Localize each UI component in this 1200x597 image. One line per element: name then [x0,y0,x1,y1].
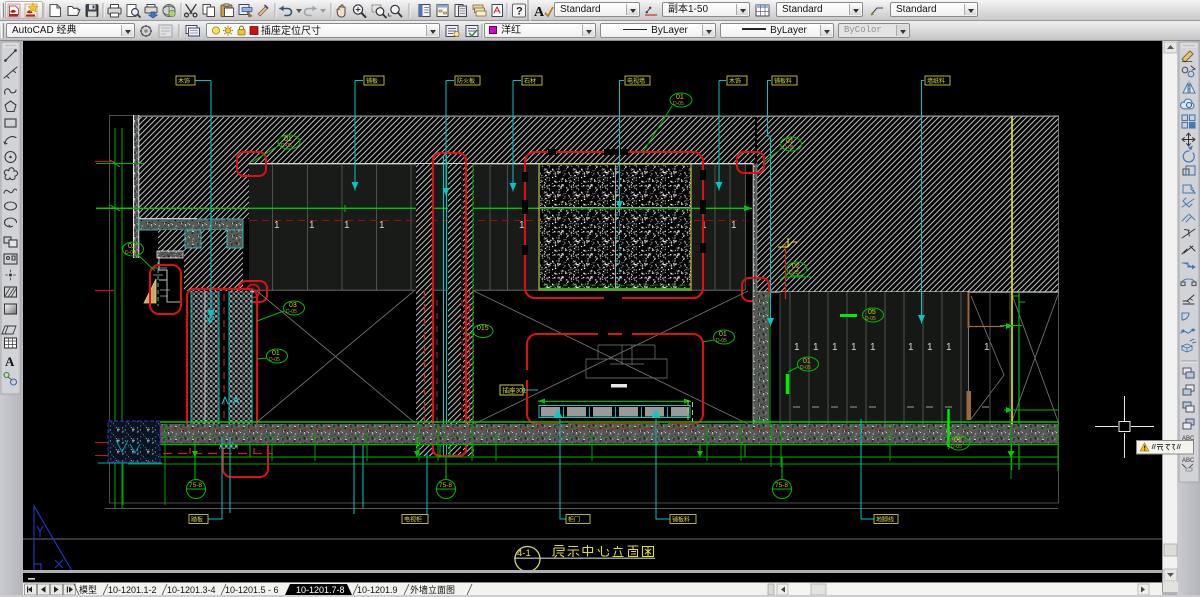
svg-text:D-05: D-05 [269,357,280,363]
svg-text:D-05: D-05 [716,338,727,344]
svg-text:1: 1 [832,342,838,353]
svg-text:石材: 石材 [524,77,536,85]
svg-text:1: 1 [851,342,857,353]
svg-text:10-1201.5 - 6: 10-1201.5 - 6 [225,585,279,595]
svg-text:4-1: 4-1 [517,548,531,559]
svg-text:75-8: 75-8 [189,482,202,489]
svg-text:1: 1 [731,220,737,231]
svg-text:75-8: 75-8 [439,482,452,489]
svg-text:铺板料: 铺板料 [672,516,690,524]
svg-text:1: 1 [794,342,800,353]
svg-text:木饰: 木饰 [178,77,190,85]
svg-text:01: 01 [954,437,962,444]
svg-text:D-05: D-05 [800,365,811,371]
svg-text:1: 1 [274,220,280,231]
svg-text:柜门: 柜门 [568,516,580,524]
svg-text:01: 01 [676,94,684,101]
svg-text:D-05: D-05 [286,309,297,315]
svg-text:模型: 模型 [79,585,97,595]
svg-text:墙纸料: 墙纸料 [927,77,945,85]
svg-text:D-05: D-05 [951,444,962,450]
svg-text:01: 01 [284,136,292,143]
svg-text:10-1201.7-8: 10-1201.7-8 [296,585,345,595]
svg-text:10-1201.1-2: 10-1201.1-2 [108,585,157,595]
svg-text:10-1201.9: 10-1201.9 [357,585,398,595]
svg-text:1: 1 [344,220,350,231]
svg-text:1: 1 [946,342,952,353]
svg-text:铺板料: 铺板料 [774,77,792,85]
svg-text:地脚线: 地脚线 [876,516,894,524]
svg-text:D-05: D-05 [783,145,794,151]
svg-text:01: 01 [803,358,811,365]
svg-text:木饰: 木饰 [729,77,741,85]
svg-text:02: 02 [792,263,800,270]
svg-text:铺板: 铺板 [366,77,378,85]
svg-text:1: 1 [870,342,876,353]
svg-text:75-8: 75-8 [775,482,788,489]
svg-text:01: 01 [272,350,280,357]
svg-text:1: 1 [813,342,819,353]
svg-text:电视柜: 电视柜 [404,516,422,524]
svg-text:1: 1 [908,342,914,353]
svg-text:?: ? [516,6,523,18]
svg-text:1: 1 [984,342,990,353]
svg-text:1: 1 [927,342,933,353]
svg-text:01: 01 [786,138,794,145]
svg-text:电视墙: 电视墙 [627,77,645,85]
svg-text:踏板: 踏板 [191,516,203,524]
svg-text:10-1201.3-4: 10-1201.3-4 [167,585,216,595]
svg-text:A: A [534,5,545,20]
svg-text:D-05: D-05 [125,250,136,256]
svg-text:防火板: 防火板 [457,77,475,85]
svg-text:1: 1 [309,220,315,231]
svg-text:D-05: D-05 [865,316,876,322]
svg-text:外墙立面图: 外墙立面图 [410,584,455,595]
svg-text:D-05: D-05 [281,143,292,149]
svg-text:A: A [5,354,15,369]
svg-text:015: 015 [477,325,489,332]
svg-text:01: 01 [719,331,727,338]
svg-text:03: 03 [289,302,297,309]
svg-text:1: 1 [379,220,385,231]
svg-text:D-05: D-05 [673,101,684,107]
svg-text:02: 02 [128,243,136,250]
svg-text:05: 05 [868,309,876,316]
svg-text:D-05: D-05 [789,270,800,276]
svg-text:ABC: ABC [1182,458,1195,464]
